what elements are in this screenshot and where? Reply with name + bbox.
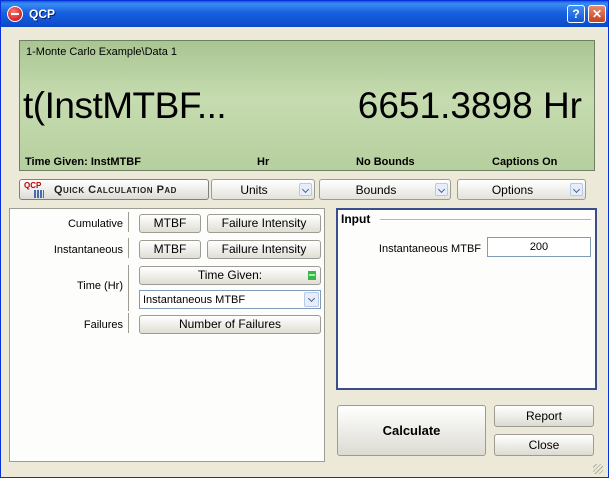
chevron-down-icon — [435, 183, 448, 196]
app-logo-icon — [7, 6, 23, 22]
instantaneous-mtbf-button[interactable]: MTBF — [139, 240, 201, 259]
divider — [380, 219, 591, 221]
data-path: 1-Monte Carlo Example\Data 1 — [26, 46, 178, 58]
cumulative-failure-intensity-button[interactable]: Failure Intensity — [207, 214, 321, 233]
client-area: 1-Monte Carlo Example\Data 1 t(InstMTBF.… — [4, 27, 605, 476]
qcp-window: QCP ? ✕ 1-Monte Carlo Example\Data 1 t(I… — [0, 0, 609, 478]
title-bar[interactable]: QCP ? ✕ — [1, 1, 608, 27]
time-label: Time (Hr) — [76, 280, 123, 292]
result-display: 1-Monte Carlo Example\Data 1 t(InstMTBF.… — [19, 40, 595, 171]
options-dropdown[interactable]: Options — [457, 179, 586, 200]
help-button[interactable]: ? — [567, 5, 585, 23]
instantaneous-mtbf-input[interactable]: 200 — [487, 237, 591, 257]
time-given-select[interactable]: Instantaneous MTBF — [139, 290, 321, 309]
chevron-down-icon[interactable] — [304, 292, 319, 307]
qcp-label: Quick Calculation Pad — [54, 184, 177, 196]
time-given-select-value: Instantaneous MTBF — [143, 294, 246, 306]
options-label: Options — [491, 183, 534, 197]
input-panel: Input Instantaneous MTBF 200 — [336, 208, 597, 390]
chevron-down-icon — [570, 183, 583, 196]
units-dropdown[interactable]: Units — [211, 179, 315, 200]
units-label: Units — [240, 183, 268, 197]
resize-grip-icon[interactable] — [593, 464, 603, 474]
cumulative-mtbf-button[interactable]: MTBF — [139, 214, 201, 233]
status-unit: Hr — [257, 156, 270, 168]
bounds-label: Bounds — [355, 183, 397, 197]
bounds-dropdown[interactable]: Bounds — [319, 179, 451, 200]
status-captions: Captions On — [492, 156, 558, 168]
report-button[interactable]: Report — [494, 405, 594, 427]
indicator-icon — [308, 271, 316, 280]
time-given-button[interactable]: Time Given: — [139, 266, 321, 285]
quick-calculation-pad-button[interactable]: QCP Quick Calculation Pad — [19, 179, 209, 200]
instantaneous-label: Instantaneous — [53, 244, 123, 256]
close-window-button[interactable]: ✕ — [588, 5, 606, 23]
result-value: 6651.3898 Hr — [357, 85, 582, 126]
failures-label: Failures — [83, 319, 123, 331]
cumulative-label: Cumulative — [67, 218, 123, 230]
instantaneous-failure-intensity-button[interactable]: Failure Intensity — [207, 240, 321, 259]
status-time-given: Time Given: InstMTBF — [25, 156, 141, 168]
calculate-button[interactable]: Calculate — [337, 405, 486, 456]
chevron-down-icon — [299, 183, 312, 196]
status-bounds: No Bounds — [356, 156, 415, 168]
expression-text: t(InstMTBF... — [23, 85, 227, 126]
qcp-logo-icon: QCP — [24, 181, 48, 199]
instantaneous-mtbf-label: Instantaneous MTBF — [378, 243, 481, 255]
input-title: Input — [341, 212, 371, 226]
number-of-failures-button[interactable]: Number of Failures — [139, 315, 321, 334]
time-given-label: Time Given: — [197, 268, 263, 282]
window-title: QCP — [29, 7, 56, 21]
calculation-options-panel: Cumulative MTBF Failure Intensity Instan… — [9, 208, 325, 462]
close-button[interactable]: Close — [494, 434, 594, 456]
